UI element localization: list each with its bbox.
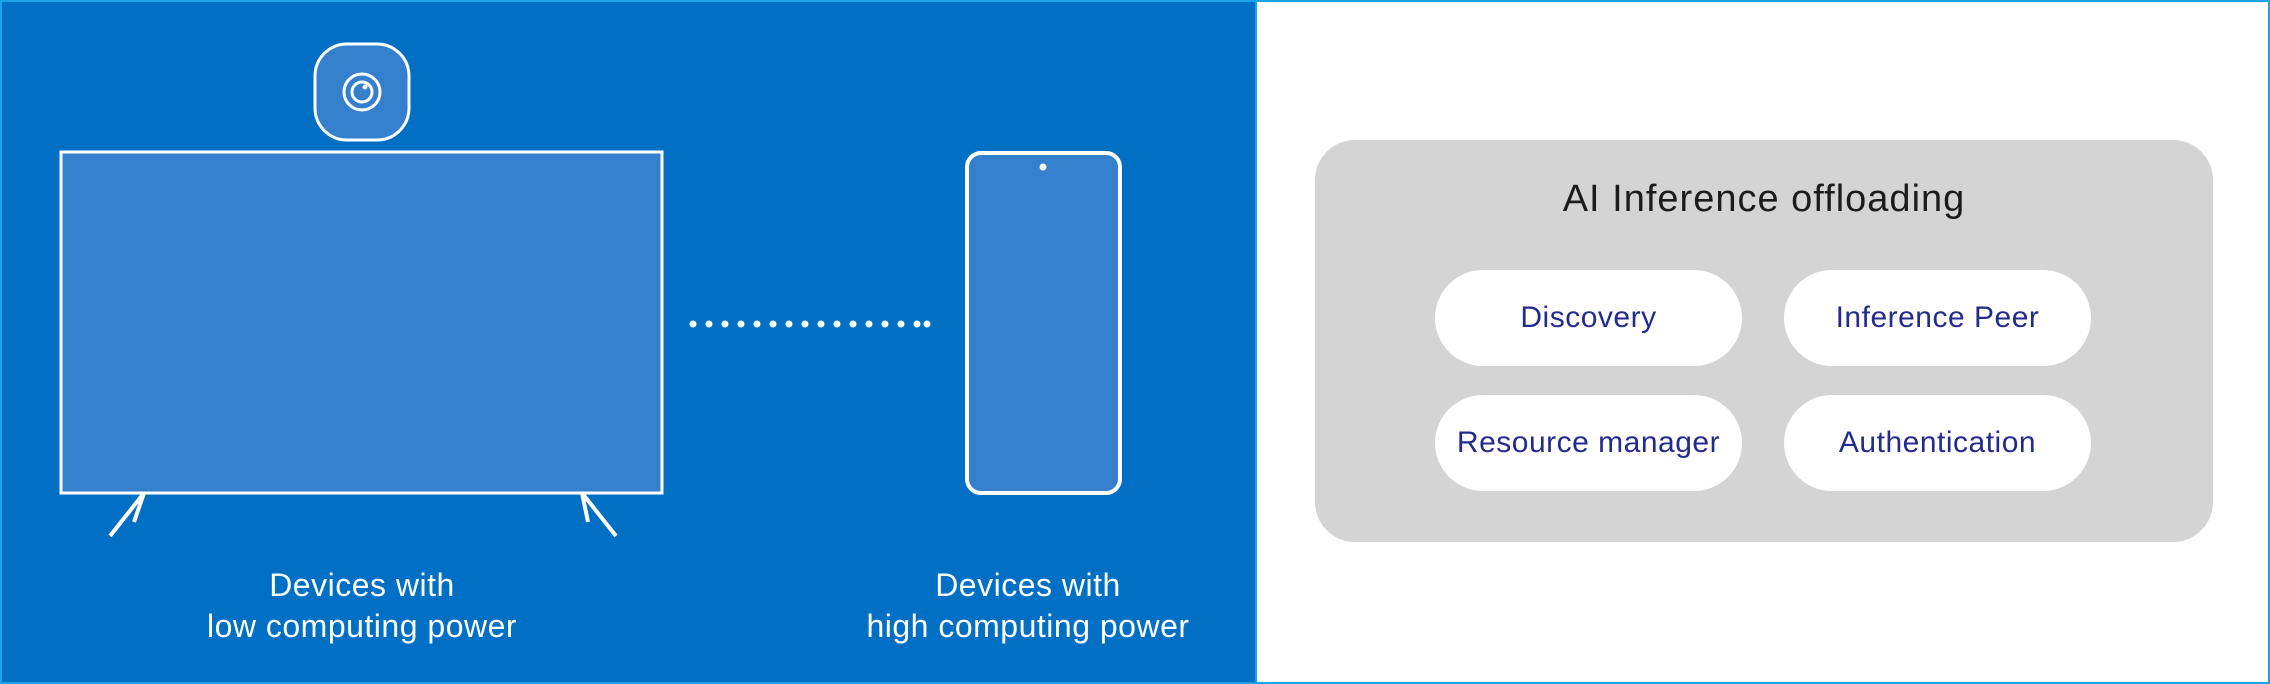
high-power-devices-label: Devices with high computing power — [828, 565, 1228, 647]
devices-panel: Devices with low computing power Devices… — [2, 2, 1255, 682]
low-power-label-line1: Devices with — [269, 567, 455, 603]
panel-divider — [1255, 2, 1257, 682]
high-power-label-line1: Devices with — [935, 567, 1121, 603]
discovery-module: Discovery — [1435, 270, 1742, 366]
resource-manager-module: Resource manager — [1435, 395, 1742, 491]
high-power-label-line2: high computing power — [866, 608, 1190, 644]
smartphone-icon — [965, 151, 1122, 495]
ai-inference-offloading-box: AI Inference offloading Discovery Infere… — [1315, 140, 2213, 542]
inference-peer-module: Inference Peer — [1784, 270, 2091, 366]
dotted-connection-icon — [689, 320, 931, 328]
television-icon — [59, 150, 664, 538]
low-power-label-line2: low computing power — [206, 608, 518, 644]
low-power-devices-label: Devices with low computing power — [162, 565, 562, 647]
ai-offloading-title: AI Inference offloading — [1562, 178, 1966, 220]
authentication-module: Authentication — [1784, 395, 2091, 491]
camera-icon — [313, 42, 411, 142]
